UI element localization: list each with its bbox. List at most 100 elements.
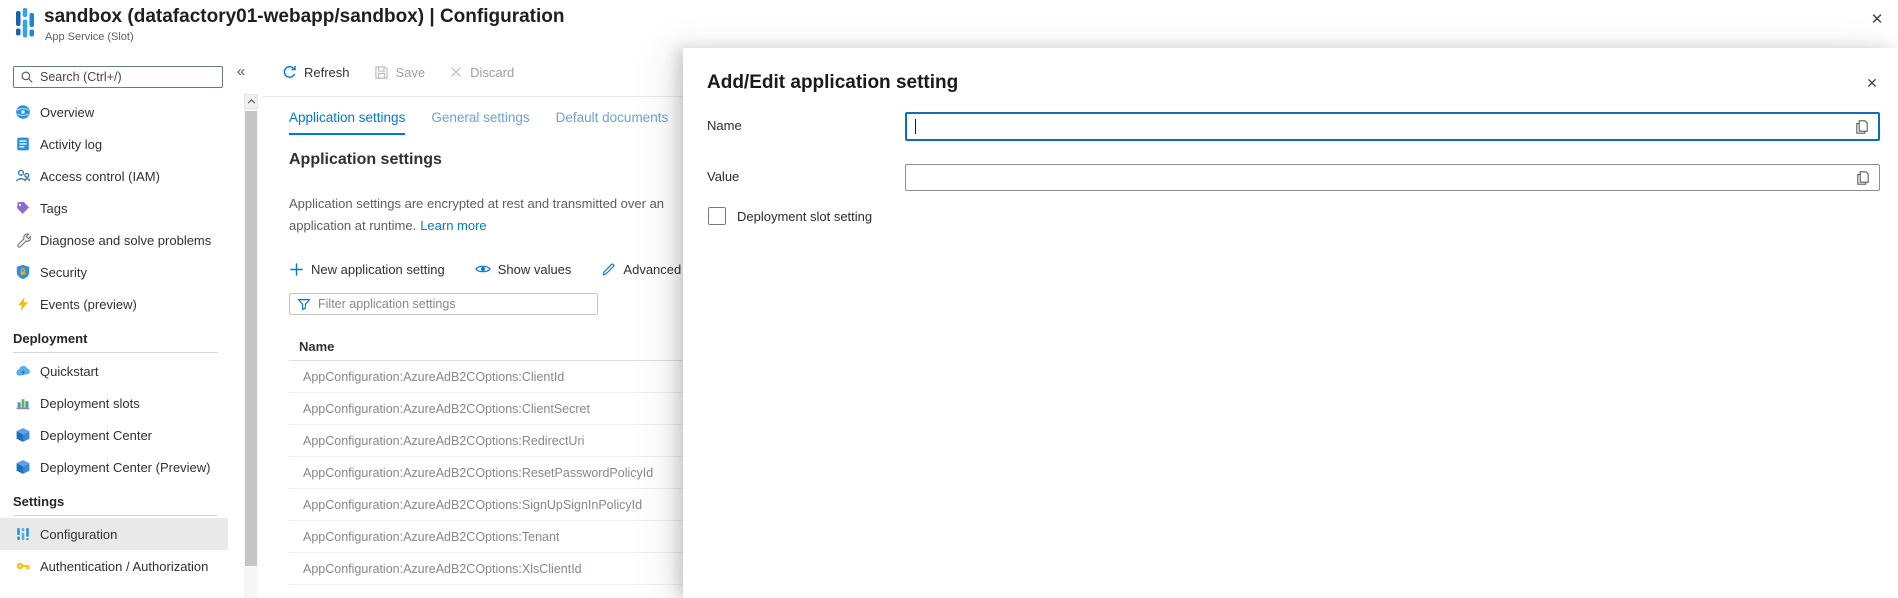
page-subtitle: App Service (Slot) (45, 31, 134, 43)
sidebar-item-label: Deployment Center (Preview) (40, 460, 211, 475)
sidebar-item-authentication[interactable]: Authentication / Authorization (0, 550, 228, 582)
menu-scrollbar[interactable] (244, 94, 258, 598)
deployment-slot-checkbox[interactable] (708, 207, 726, 225)
copy-icon[interactable] (1854, 119, 1870, 135)
sidebar-item-label: Quickstart (40, 364, 99, 379)
section-divider (13, 515, 218, 516)
sidebar-item-security[interactable]: Security (0, 256, 228, 288)
scroll-up-icon[interactable] (244, 94, 258, 109)
filter-funnel-icon (297, 297, 311, 311)
add-edit-setting-panel: Add/Edit application setting ✕ Name Valu… (683, 48, 1898, 598)
filter-input[interactable] (318, 297, 590, 311)
wrench-icon (15, 232, 31, 248)
cube-icon (15, 427, 31, 443)
plus-icon (289, 262, 304, 277)
table-row[interactable]: AppConfiguration:AzureAdB2COptions:Clien… (289, 393, 683, 425)
overview-icon (15, 104, 31, 120)
sidebar-item-label: Overview (40, 105, 94, 120)
sidebar-item-label: Authentication / Authorization (40, 559, 208, 574)
table-row[interactable]: AppConfiguration:AzureAdB2COptions:Reset… (289, 457, 683, 489)
new-setting-label: New application setting (311, 262, 445, 277)
activity-log-icon (15, 136, 31, 152)
sidebar-item-tags[interactable]: Tags (0, 192, 228, 224)
shield-icon (15, 264, 31, 280)
value-field-wrapper (905, 164, 1880, 191)
blade-header: sandbox (datafactory01-webapp/sandbox) |… (0, 0, 1898, 48)
menu-search-box (13, 66, 223, 88)
text-cursor (915, 119, 916, 134)
search-icon (20, 70, 34, 84)
lightning-icon (15, 296, 31, 312)
panel-close-icon[interactable]: ✕ (1862, 73, 1882, 93)
section-header-deployment: Deployment (0, 326, 228, 350)
table-row[interactable]: AppConfiguration:AzureAdB2COptions:Tenan… (289, 521, 683, 553)
cloud-lightning-icon (15, 363, 31, 379)
sidebar-item-overview[interactable]: Overview (0, 96, 228, 128)
learn-more-link[interactable]: Learn more (420, 218, 486, 233)
resource-menu: Overview Activity log Access control (IA… (0, 48, 228, 598)
show-values-button[interactable]: Show values (475, 261, 572, 277)
bar-chart-icon (15, 395, 31, 411)
value-input[interactable] (914, 170, 1855, 185)
configuration-blade: Refresh Save Discard Application setting… (262, 48, 683, 598)
save-label: Save (396, 65, 426, 80)
sidebar-item-label: Events (preview) (40, 297, 137, 312)
name-field-wrapper (905, 112, 1880, 141)
discard-button[interactable]: Discard (449, 65, 514, 80)
sidebar-item-label: Access control (IAM) (40, 169, 160, 184)
scrollbar-thumb[interactable] (245, 111, 257, 566)
eye-icon (475, 261, 491, 277)
collapse-menu-button[interactable]: « (230, 60, 252, 82)
sidebar-item-label: Deployment Center (40, 428, 152, 443)
tags-icon (15, 200, 31, 216)
sidebar-item-access-control[interactable]: Access control (IAM) (0, 160, 228, 192)
tab-default-documents[interactable]: Default documents (556, 110, 669, 135)
description-line1: Application settings are encrypted at re… (289, 193, 683, 215)
table-row[interactable]: AppConfiguration:AzureAdB2COptions:Clien… (289, 361, 683, 393)
sidebar-item-events[interactable]: Events (preview) (0, 288, 228, 320)
sidebar-item-label: Diagnose and solve problems (40, 233, 211, 248)
table-row[interactable]: AppConfiguration:AzureAdB2COptions:Redir… (289, 425, 683, 457)
sidebar-item-label: Security (40, 265, 87, 280)
blade-close-icon[interactable]: ✕ (1866, 8, 1888, 30)
azure-portal-page: sandbox (datafactory01-webapp/sandbox) |… (0, 0, 1898, 598)
filter-box (289, 293, 598, 315)
table-row[interactable]: AppConfiguration:AzureAdB2COptions:XlsCl… (289, 553, 683, 585)
sidebar-item-deployment-center[interactable]: Deployment Center (0, 419, 228, 451)
name-input[interactable] (917, 119, 1854, 134)
value-field-label: Value (707, 169, 739, 184)
access-control-icon (15, 168, 31, 184)
sidebar-item-quickstart[interactable]: Quickstart (0, 355, 228, 387)
key-icon (15, 558, 31, 574)
cube-icon (15, 459, 31, 475)
sidebar-item-label: Tags (40, 201, 67, 216)
refresh-label: Refresh (304, 65, 350, 80)
discard-label: Discard (470, 65, 514, 80)
sidebar-item-activity-log[interactable]: Activity log (0, 128, 228, 160)
tab-application-settings[interactable]: Application settings (289, 110, 405, 135)
sidebar-item-diagnose[interactable]: Diagnose and solve problems (0, 224, 228, 256)
search-input[interactable] (40, 70, 216, 84)
sidebar-item-deployment-center-preview[interactable]: Deployment Center (Preview) (0, 451, 228, 483)
pencil-icon (601, 262, 616, 277)
command-bar: Refresh Save Discard (262, 48, 683, 97)
save-button[interactable]: Save (374, 65, 426, 80)
deployment-slot-checkbox-label: Deployment slot setting (737, 209, 872, 224)
sidebar-item-configuration[interactable]: Configuration (0, 518, 228, 550)
sliders-icon (15, 526, 31, 542)
refresh-button[interactable]: Refresh (282, 65, 350, 80)
sidebar-item-deployment-slots[interactable]: Deployment slots (0, 387, 228, 419)
discard-x-icon (449, 65, 463, 79)
app-service-slot-icon (15, 7, 35, 39)
section-header-settings: Settings (0, 489, 228, 513)
tab-general-settings[interactable]: General settings (431, 110, 529, 135)
settings-actions: New application setting Show values Adva… (289, 255, 683, 283)
copy-icon[interactable] (1855, 170, 1871, 186)
column-header-name: Name (289, 333, 683, 361)
advanced-edit-button[interactable]: Advanced edit (601, 262, 683, 277)
section-description: Application settings are encrypted at re… (289, 193, 683, 237)
settings-tabs: Application settings General settings De… (262, 110, 683, 135)
new-application-setting-button[interactable]: New application setting (289, 262, 445, 277)
table-row[interactable]: AppConfiguration:AzureAdB2COptions:SignU… (289, 489, 683, 521)
advanced-edit-label: Advanced edit (623, 262, 683, 277)
